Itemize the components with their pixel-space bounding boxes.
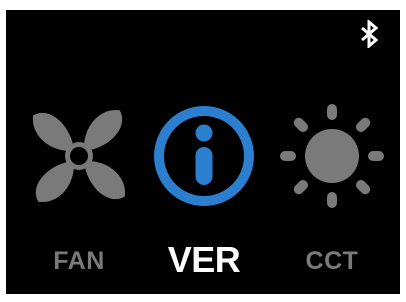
bluetooth-icon — [358, 18, 382, 50]
menu-item-ver[interactable]: VER — [149, 98, 259, 280]
menu-label-ver: VER — [167, 239, 241, 280]
menu-item-cct[interactable]: CCT — [277, 98, 387, 278]
fan-icon — [33, 110, 125, 202]
sun-icon — [280, 104, 384, 208]
menu-item-fan[interactable]: FAN — [24, 98, 134, 278]
menu-label-fan: FAN — [53, 247, 105, 275]
menu-label-cct: CCT — [305, 247, 359, 275]
device-screen: FAN VER CCT — [6, 10, 400, 294]
info-icon — [154, 106, 254, 206]
